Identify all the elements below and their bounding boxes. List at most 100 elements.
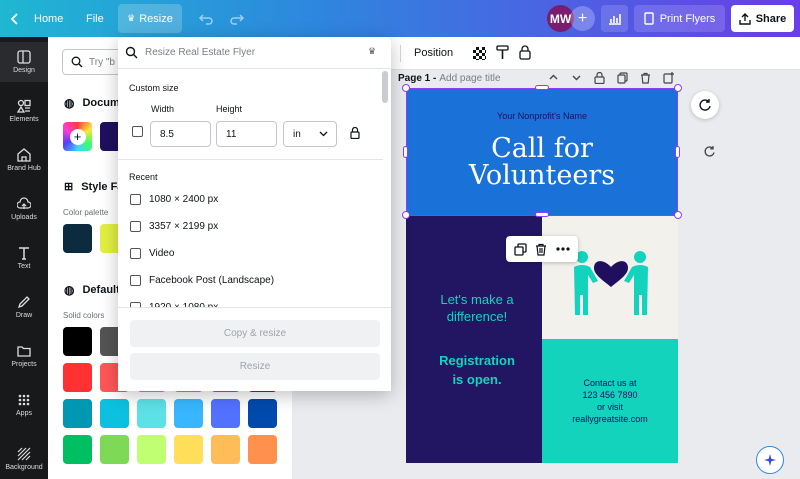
rotate-handle[interactable] <box>701 143 717 159</box>
add-color-swatch[interactable]: + <box>63 122 92 151</box>
apps-grid-icon <box>18 394 30 406</box>
nav-background[interactable]: Background <box>0 439 48 479</box>
width-input[interactable]: 8.5 <box>150 121 211 147</box>
add-page-icon[interactable] <box>663 72 674 84</box>
nav-elements[interactable]: Elements <box>0 91 48 131</box>
folder-icon <box>17 346 31 357</box>
chevron-down-icon[interactable] <box>571 72 582 83</box>
page-title-input[interactable]: Add page title <box>439 73 500 84</box>
panel-search-input[interactable]: Try "b <box>62 49 122 75</box>
contact-text[interactable]: Contact us at 123 456 7890 or visit real… <box>542 377 678 425</box>
solid-color-swatch[interactable] <box>137 435 166 464</box>
resize-search-placeholder: Resize Real Estate Flyer <box>145 47 256 58</box>
aspect-lock-icon[interactable] <box>350 127 360 139</box>
unit-select[interactable]: in <box>283 121 337 147</box>
delete-page-icon[interactable] <box>640 72 651 84</box>
chevron-left-icon <box>10 12 18 25</box>
recent-item-checkbox[interactable] <box>130 194 141 205</box>
resize-handle[interactable] <box>675 146 680 158</box>
solid-color-swatch[interactable] <box>174 435 203 464</box>
print-flyers-button[interactable]: Print Flyers <box>634 5 725 32</box>
resize-handle[interactable] <box>403 146 408 158</box>
solid-color-swatch[interactable] <box>174 399 203 428</box>
resize-handle[interactable] <box>402 211 410 219</box>
nav-design[interactable]: Design <box>0 42 48 82</box>
file-menu-button[interactable]: File <box>86 0 104 37</box>
solid-color-swatch[interactable] <box>63 435 92 464</box>
solid-color-swatch[interactable] <box>211 399 240 428</box>
nav-text[interactable]: Text <box>0 238 48 278</box>
solid-color-swatch[interactable] <box>63 327 92 356</box>
home-label: Home <box>34 12 64 25</box>
share-button[interactable]: Share <box>731 5 794 32</box>
copy-resize-button[interactable]: Copy & resize <box>130 320 380 347</box>
magic-assistant-button[interactable] <box>756 446 784 474</box>
resize-dropdown: Resize Real Estate Flyer ♛ Custom size W… <box>118 37 391 391</box>
nav-brand-hub[interactable]: Brand Hub <box>0 140 48 180</box>
undo-button[interactable] <box>198 0 214 37</box>
recent-item-checkbox[interactable] <box>130 275 141 286</box>
resize-handle[interactable] <box>674 211 682 219</box>
rotate-refresh-icon <box>699 99 711 111</box>
file-label: File <box>86 12 104 25</box>
element-float-toolbar <box>506 236 578 262</box>
toolbar-divider <box>400 45 401 62</box>
duplicate-page-icon[interactable] <box>617 72 628 84</box>
dropdown-scrollbar[interactable] <box>382 71 388 103</box>
resize-handle[interactable] <box>402 84 410 92</box>
height-input[interactable]: 11 <box>216 121 277 147</box>
solid-color-swatch[interactable] <box>248 399 277 428</box>
add-collaborator-button[interactable]: + <box>570 6 595 31</box>
nav-projects[interactable]: Projects <box>0 336 48 376</box>
resize-button[interactable]: ♛ Resize <box>118 4 182 33</box>
search-icon <box>125 46 138 59</box>
lock-aspect-checkbox[interactable] <box>132 126 143 137</box>
palette-icon: ◍ <box>64 283 75 297</box>
solid-color-swatch[interactable] <box>63 399 92 428</box>
recent-item[interactable]: Facebook Post (Landscape) <box>130 275 274 286</box>
resize-search-input[interactable]: Resize Real Estate Flyer ♛ <box>118 37 391 69</box>
duplicate-icon[interactable] <box>514 242 527 256</box>
recent-item[interactable]: 1080 × 2400 px <box>130 194 218 205</box>
recent-item-checkbox[interactable] <box>130 221 141 232</box>
lock-icon[interactable] <box>519 45 531 65</box>
trash-icon[interactable] <box>535 243 547 256</box>
tagline-text[interactable]: Let's make a difference! <box>406 291 548 325</box>
solid-color-swatch[interactable] <box>100 435 129 464</box>
resize-handle[interactable] <box>674 84 682 92</box>
recent-item-checkbox[interactable] <box>130 248 141 259</box>
home-button[interactable]: Home <box>10 0 63 37</box>
recent-label: Recent <box>129 172 158 182</box>
solid-color-swatch[interactable] <box>248 435 277 464</box>
recent-item[interactable]: 3357 × 2199 px <box>130 221 218 232</box>
page-lock-icon[interactable] <box>594 72 605 84</box>
selection-frame[interactable] <box>406 88 678 216</box>
palette-swatch[interactable] <box>63 224 92 253</box>
nav-uploads[interactable]: Uploads <box>0 189 48 229</box>
solid-color-swatch[interactable] <box>137 399 166 428</box>
more-options-icon[interactable] <box>556 247 570 251</box>
resize-handle[interactable] <box>535 85 549 90</box>
nav-draw[interactable]: Draw <box>0 287 48 327</box>
insights-button[interactable] <box>601 5 628 32</box>
registration-text[interactable]: Registration is open. <box>406 351 548 389</box>
page-number-label: Page 1 - <box>398 73 437 84</box>
solid-color-swatch[interactable] <box>100 399 129 428</box>
print-document-icon <box>643 12 654 25</box>
transparency-icon[interactable] <box>473 47 486 60</box>
search-icon <box>71 56 83 68</box>
paint-roller-icon[interactable] <box>496 45 509 63</box>
nav-apps[interactable]: Apps <box>0 385 48 425</box>
resize-handle[interactable] <box>535 212 549 217</box>
solid-color-swatch[interactable] <box>63 363 92 392</box>
redo-button[interactable] <box>229 0 245 37</box>
chevron-up-icon[interactable] <box>548 72 559 83</box>
solid-color-swatch[interactable] <box>211 435 240 464</box>
nav-brand-hub-label: Brand Hub <box>7 165 41 172</box>
position-button[interactable]: Position <box>414 47 453 59</box>
refresh-button[interactable] <box>691 91 719 119</box>
resize-confirm-button[interactable]: Resize <box>130 353 380 380</box>
recent-item-label: Video <box>149 248 175 259</box>
recent-item[interactable]: Video <box>130 248 174 259</box>
volunteers-illustration[interactable] <box>566 237 656 317</box>
